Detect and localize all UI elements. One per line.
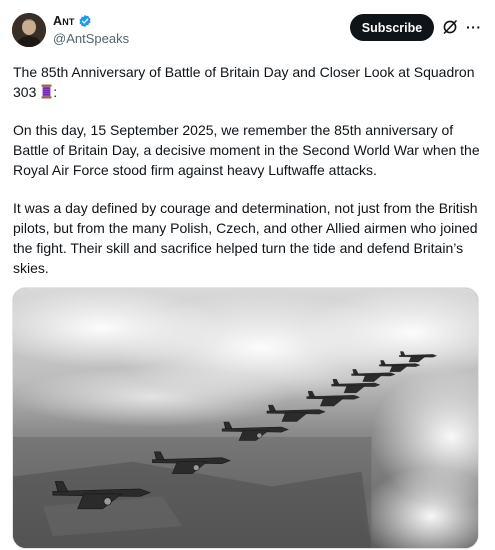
subscribe-button[interactable]: Subscribe (350, 14, 434, 41)
verified-badge-icon (79, 14, 91, 28)
post-title-suffix: : (53, 84, 58, 100)
post-title: The 85th Anniversary of Battle of Britai… (13, 62, 483, 102)
author-display-name[interactable]: Ant (53, 14, 75, 28)
more-icon[interactable]: ··· (466, 19, 484, 35)
post-paragraph-2: It was a day defined by courage and dete… (13, 200, 478, 276)
avatar[interactable] (12, 13, 46, 47)
post-paragraph-1: On this day, 15 September 2025, we remem… (13, 122, 480, 178)
grok-icon[interactable] (442, 19, 458, 35)
post: Ant @AntSpeaks Subscribe ··· The 85th An… (0, 0, 495, 550)
post-title-text: The 85th Anniversary of Battle of Britai… (13, 64, 475, 100)
thread-spool-emoji-icon (41, 84, 52, 99)
author-name-row[interactable]: Ant (53, 14, 92, 28)
post-image[interactable] (12, 287, 479, 549)
author-handle[interactable]: @AntSpeaks (53, 31, 129, 46)
